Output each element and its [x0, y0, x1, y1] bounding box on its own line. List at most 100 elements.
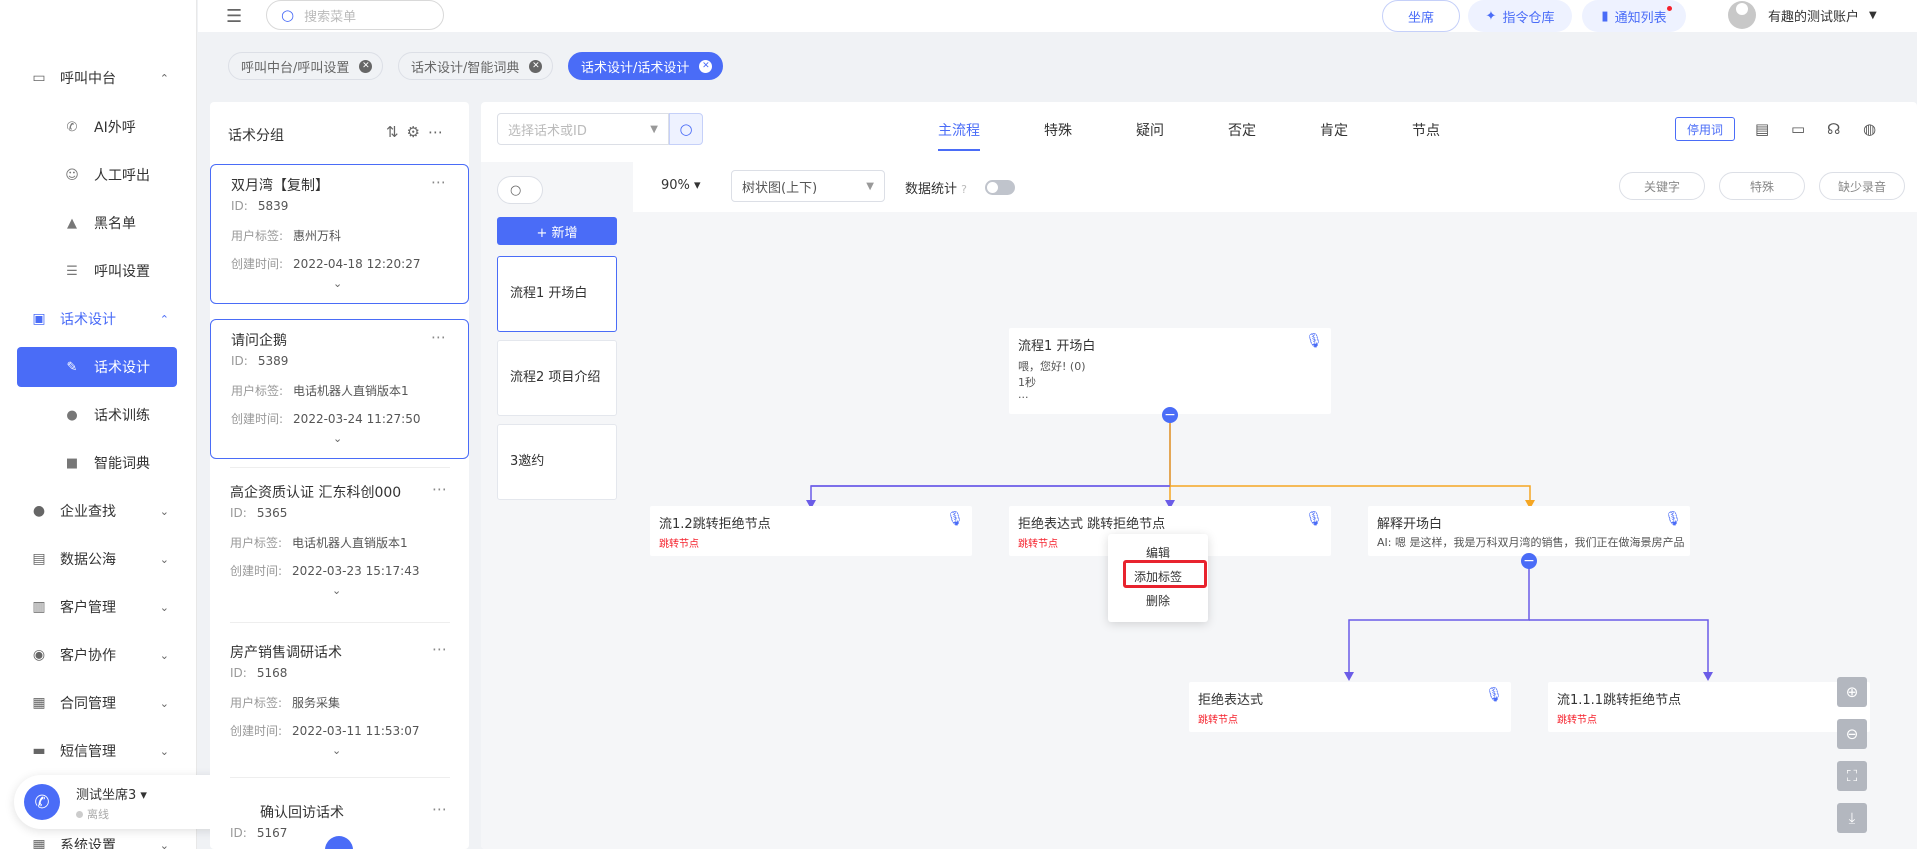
canvas-toolbar: 90% ▾ 树状图(上下) ▼ 数据统计 ? 关键字 特殊 缺少录音 — [633, 162, 1917, 212]
menu-item-delete[interactable]: 删除 — [1108, 592, 1208, 609]
script-card-title: 双月湾【复制】 — [231, 178, 329, 194]
tab-negative[interactable]: 否定 — [1228, 120, 1256, 140]
flow-node[interactable]: 流1.2跳转拒绝节点 🎙 跳转节点 — [650, 506, 972, 556]
keyword-filter[interactable]: 关键字 — [1619, 172, 1705, 200]
flow-item[interactable]: 3邀约 — [497, 424, 617, 500]
comment-icon[interactable]: ▭ — [1791, 120, 1805, 138]
person-icon: ☺ — [65, 167, 79, 183]
special-filter[interactable]: 特殊 — [1719, 172, 1805, 200]
flow-node[interactable]: 拒绝表达式 🎙 跳转节点 — [1189, 682, 1511, 732]
user-menu[interactable]: 有趣的测试账户 ▼ — [1728, 0, 1877, 30]
command-warehouse-button[interactable]: ✦ 指令仓库 — [1468, 0, 1572, 32]
chevron-down-icon: ⌄ — [159, 504, 169, 518]
script-card[interactable]: 房产销售调研话术 ⋯ ID: 5168 用户标签: 服务采集 创建时间: 2022-0… — [210, 632, 469, 772]
menu-item-edit[interactable]: 编辑 — [1108, 544, 1208, 561]
flow-item[interactable]: 流程2 项目介绍 — [497, 340, 617, 416]
chevron-down-icon[interactable]: ⌄ — [332, 584, 341, 597]
sort-icon[interactable]: ⇅ — [386, 123, 407, 141]
script-select[interactable]: 选择话术或ID ▼ — [497, 113, 669, 145]
menu-collapse-icon[interactable]: ☰ — [226, 6, 242, 27]
more-icon[interactable]: ⋯ — [432, 640, 447, 658]
collapse-icon[interactable]: − — [1521, 553, 1537, 569]
sidebar-item-blacklist[interactable]: ▲ 黑名单 — [0, 203, 197, 243]
microphone-icon[interactable]: 🎙 — [1305, 333, 1323, 349]
flow-canvas[interactable]: 流程1 开场白 🎙 喂，您好! (0) 1秒 ... − 流1.2跳转拒绝节点 … — [633, 212, 1917, 849]
sidebar-item-ai-call[interactable]: ✆ AI外呼 — [0, 107, 197, 147]
microphone-icon[interactable]: 🎙 — [1664, 511, 1682, 527]
tab-smart-dictionary[interactable]: 话术设计/智能词典 ✕ — [398, 52, 554, 80]
sidebar-item-script-design[interactable]: ✎ 话术设计 — [17, 347, 177, 387]
tab-call-settings[interactable]: 呼叫中台/呼叫设置 ✕ — [228, 52, 384, 80]
flow-search-input[interactable]: ○ — [497, 176, 543, 204]
sidebar-group-script-design[interactable]: ▣ 话术设计 ⌃ — [0, 299, 197, 339]
sidebar-group-label: 合同管理 — [60, 696, 116, 712]
download-icon[interactable]: ⤓ — [1837, 803, 1867, 833]
search-button[interactable]: ○ — [669, 113, 703, 145]
sidebar-group-contract[interactable]: ▦ 合同管理 ⌄ — [0, 683, 197, 723]
audio-wave-icon[interactable]: ◍ — [1863, 120, 1876, 138]
more-icon[interactable]: ⋯ — [431, 173, 446, 191]
sidebar-group-enterprise-search[interactable]: ● 企业查找 ⌄ — [0, 491, 197, 531]
tab-script-design[interactable]: 话术设计/话术设计 ✕ — [568, 52, 724, 80]
tab-node[interactable]: 节点 — [1412, 120, 1440, 140]
sidebar-item-smart-dictionary[interactable]: ■ 智能词典 — [0, 443, 197, 483]
phone-icon[interactable]: ✆ — [24, 784, 60, 820]
add-flow-button[interactable]: + 新增 — [497, 217, 617, 245]
notice-list-button[interactable]: ▮ 通知列表 — [1582, 0, 1686, 32]
data-stat-toggle[interactable] — [985, 180, 1015, 195]
microphone-icon[interactable]: 🎙 — [946, 511, 964, 527]
chevron-down-icon[interactable]: ⌄ — [332, 744, 341, 757]
microphone-icon[interactable]: 🎙 — [1305, 511, 1323, 527]
missing-recording-filter[interactable]: 缺少录音 — [1819, 172, 1905, 200]
layout-select[interactable]: 树状图(上下) ▼ — [731, 170, 885, 202]
stop-words-button[interactable]: 停用词 — [1675, 117, 1735, 141]
zoom-out-icon[interactable]: ⊖ — [1837, 719, 1867, 749]
sidebar-group-call-center[interactable]: ▭ 呼叫中台 ⌃ — [0, 58, 197, 98]
more-icon[interactable]: ⋯ — [431, 328, 446, 346]
tab-special[interactable]: 特殊 — [1044, 120, 1072, 140]
agent-name[interactable]: 测试坐席3 ▾ — [76, 784, 147, 803]
tab-positive[interactable]: 肯定 — [1320, 120, 1348, 140]
menu-search-input[interactable]: ○ 搜索菜单 — [266, 0, 444, 30]
sidebar-group-customer-management[interactable]: ▥ 客户管理 ⌄ — [0, 587, 197, 627]
chevron-down-icon[interactable]: ⌄ — [333, 277, 342, 290]
flow-item[interactable]: 流程1 开场白 — [497, 256, 617, 332]
script-card-tag: 用户标签: 电话机器人直销版本1 — [230, 536, 408, 550]
flow-node[interactable]: 流1.1.1跳转拒绝节点 跳转节点 — [1548, 682, 1870, 732]
sidebar-item-manual-call[interactable]: ☺ 人工呼出 — [0, 155, 197, 195]
collapse-icon[interactable]: − — [1162, 407, 1178, 423]
gear-icon[interactable]: ⚙ — [407, 123, 428, 141]
script-card[interactable]: 请问企鹅 ⋯ ID: 5389 用户标签: 电话机器人直销版本1 创建时间: 2022… — [210, 319, 469, 459]
sidebar-item-script-training[interactable]: ● 话术训练 — [0, 395, 197, 435]
more-icon[interactable]: ⋯ — [432, 480, 447, 498]
search-icon: ○ — [281, 6, 295, 24]
headset-icon[interactable]: ☊ — [1827, 120, 1840, 138]
close-icon[interactable]: ✕ — [359, 59, 373, 73]
chevron-down-icon: ⌄ — [159, 744, 169, 758]
script-card[interactable]: 高企资质认证 汇东科创000 ⋯ ID: 5365 用户标签: 电话机器人直销版本1… — [210, 472, 469, 612]
sidebar-group-customer-collab[interactable]: ◉ 客户协作 ⌄ — [0, 635, 197, 675]
flow-node[interactable]: 解释开场白 🎙 AI: 嗯 是这样，我是万科双月湾的销售，我们正在做海景房产品 — [1368, 506, 1690, 556]
more-icon[interactable]: ⋯ — [432, 800, 447, 818]
zoom-in-icon[interactable]: ⊕ — [1837, 677, 1867, 707]
fullscreen-icon[interactable]: ⛶ — [1837, 761, 1867, 791]
document-icon[interactable]: ▤ — [1755, 120, 1769, 138]
tab-label: 呼叫中台/呼叫设置 — [241, 60, 350, 76]
microphone-icon[interactable]: 🎙 — [1485, 687, 1503, 703]
zoom-select[interactable]: 90% ▾ — [661, 178, 701, 193]
script-card[interactable]: 双月湾【复制】 ⋯ ID: 5839 用户标签: 惠州万科 创建时间: 2022-04… — [210, 164, 469, 304]
script-card-title: 请问企鹅 — [231, 333, 287, 349]
flow-node-root[interactable]: 流程1 开场白 🎙 喂，您好! (0) 1秒 ... — [1009, 328, 1331, 414]
chevron-down-icon[interactable]: ⌄ — [333, 432, 342, 445]
monitor-icon: ▭ — [32, 70, 46, 86]
sidebar-group-sms[interactable]: ▬ 短信管理 ⌄ — [0, 731, 197, 771]
close-icon[interactable]: ✕ — [699, 59, 713, 73]
sidebar-group-data-pool[interactable]: ▤ 数据公海 ⌄ — [0, 539, 197, 579]
tab-question[interactable]: 疑问 — [1136, 120, 1164, 140]
seat-button[interactable]: 坐席 — [1382, 0, 1460, 32]
sliders-icon: ☰ — [66, 263, 78, 279]
tab-main-flow[interactable]: 主流程 — [938, 120, 980, 151]
sidebar-item-call-settings[interactable]: ☰ 呼叫设置 — [0, 251, 197, 291]
close-icon[interactable]: ✕ — [529, 59, 543, 73]
more-icon[interactable]: ⋯ — [428, 123, 451, 141]
